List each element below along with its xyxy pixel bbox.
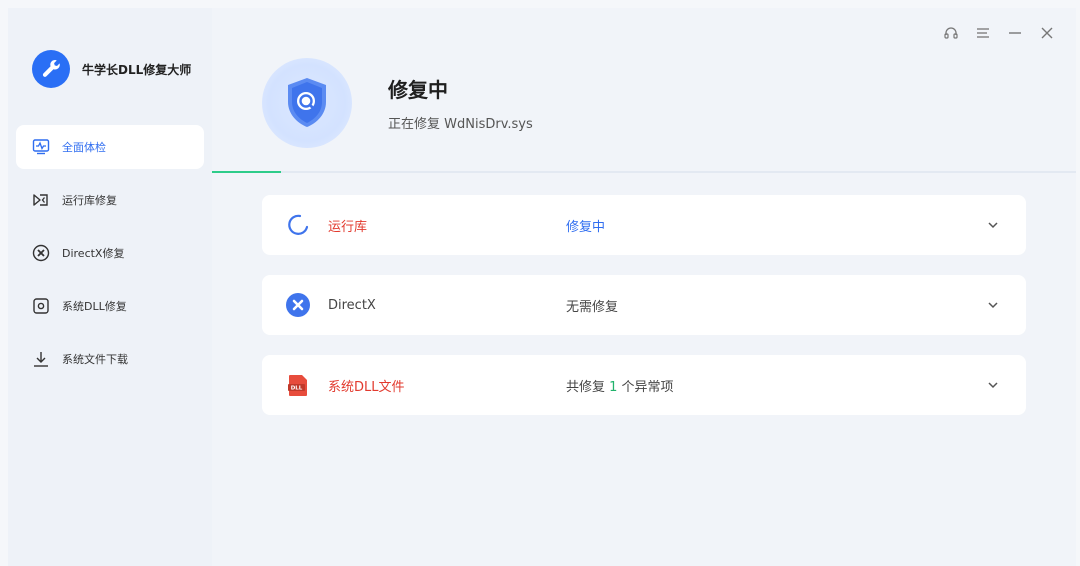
sidebar-nav: 全面体检 运行库修复 DirectX修复 系统DLL修复 系统文件下载 [16, 125, 204, 390]
wrench-logo-icon [32, 50, 70, 88]
status-header: 修复中 正在修复 WdNisDrv.sys [262, 58, 533, 148]
repair-list: 运行库 修复中 DirectX 无需修复 DLL 系统DLL文件 共修复 1 个… [262, 195, 1026, 435]
minimize-icon[interactable] [1006, 24, 1024, 42]
chevron-down-icon[interactable] [986, 298, 1000, 312]
sidebar-item-label: 系统文件下载 [62, 353, 128, 366]
dll-file-icon: DLL [284, 371, 312, 399]
headset-support-icon[interactable] [942, 24, 960, 42]
svg-text:DLL: DLL [291, 386, 303, 392]
item-status: 无需修复 [566, 299, 619, 315]
list-item-runtime[interactable]: 运行库 修复中 [262, 195, 1026, 255]
sidebar-item-label: 全面体检 [62, 141, 106, 154]
loading-spinner-icon [284, 211, 312, 239]
directx-icon [30, 242, 52, 264]
runtime-icon [30, 189, 52, 211]
item-name: DirectX [328, 297, 376, 313]
app-window: 牛学长DLL修复大师 全面体检 运行库修复 DirectX修复 系统DLL修复 … [8, 8, 1076, 566]
item-name: 运行库 [328, 219, 368, 235]
sidebar-item-directx[interactable]: DirectX修复 [16, 231, 204, 275]
shield-scan-icon [262, 58, 352, 148]
sidebar: 牛学长DLL修复大师 全面体检 运行库修复 DirectX修复 系统DLL修复 … [8, 8, 212, 566]
sidebar-item-label: 系统DLL修复 [62, 300, 127, 313]
system-dll-icon [30, 295, 52, 317]
menu-icon[interactable] [974, 24, 992, 42]
list-item-system-dll[interactable]: DLL 系统DLL文件 共修复 1 个异常项 [262, 355, 1026, 415]
window-controls [942, 24, 1056, 42]
page-title: 修复中 [388, 78, 448, 102]
chevron-down-icon[interactable] [986, 218, 1000, 232]
sidebar-item-system-dll[interactable]: 系统DLL修复 [16, 284, 204, 328]
sidebar-item-label: 运行库修复 [62, 194, 117, 207]
app-logo: 牛学长DLL修复大师 [32, 50, 191, 88]
list-item-directx[interactable]: DirectX 无需修复 [262, 275, 1026, 335]
directx-x-icon [284, 291, 312, 319]
progress-track [212, 171, 1076, 173]
status-prefix: 共修复 [566, 379, 610, 395]
item-name: 系统DLL文件 [328, 379, 405, 395]
app-title: 牛学长DLL修复大师 [82, 62, 192, 77]
chevron-down-icon[interactable] [986, 378, 1000, 392]
status-suffix: 个异常项 [617, 379, 674, 395]
current-file-status: 正在修复 WdNisDrv.sys [388, 117, 533, 132]
progress-fill [212, 171, 282, 173]
item-status: 修复中 [566, 219, 606, 235]
main-panel: 修复中 正在修复 WdNisDrv.sys 运行库 修复中 DirectX 无需… [212, 8, 1076, 566]
sidebar-item-full-check[interactable]: 全面体检 [16, 125, 204, 169]
monitor-pulse-icon [30, 136, 52, 158]
close-icon[interactable] [1038, 24, 1056, 42]
sidebar-item-label: DirectX修复 [62, 247, 125, 260]
sidebar-item-file-download[interactable]: 系统文件下载 [16, 337, 204, 381]
item-status: 共修复 1 个异常项 [566, 376, 674, 395]
sidebar-item-runtime[interactable]: 运行库修复 [16, 178, 204, 222]
download-icon [30, 348, 52, 370]
